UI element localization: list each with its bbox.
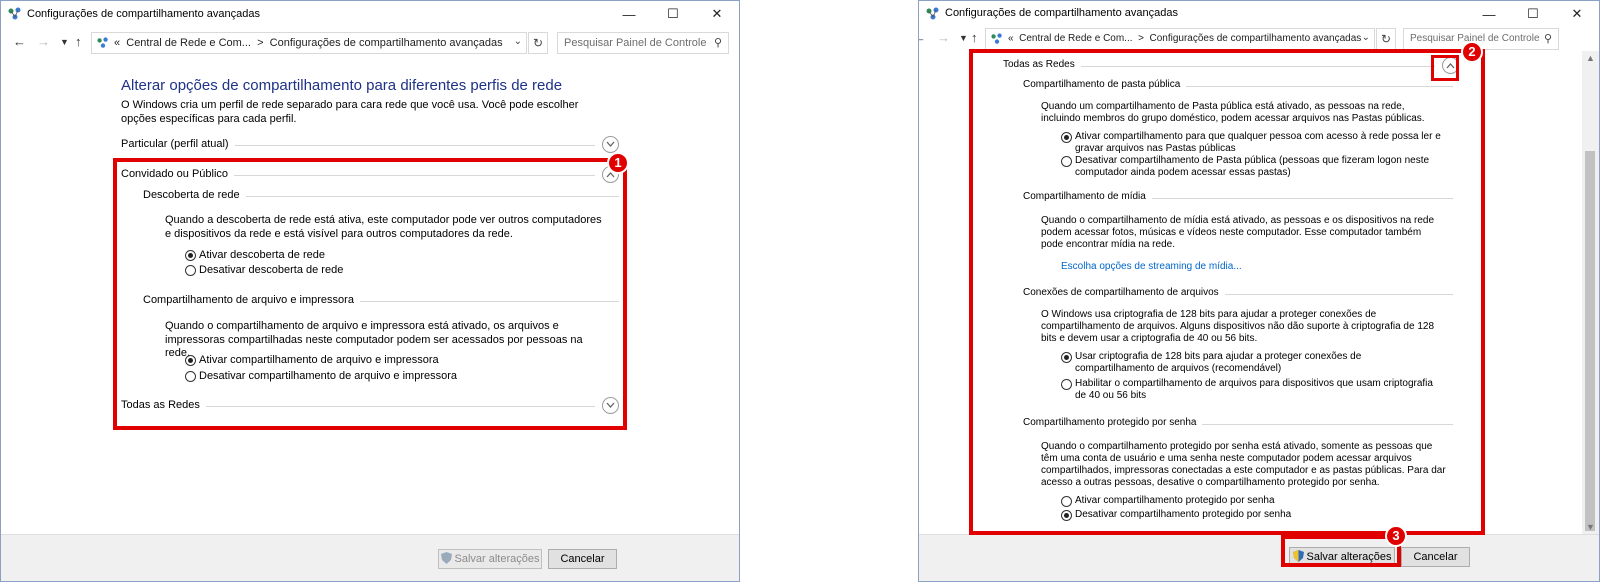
minimize-button[interactable]: —: [607, 1, 651, 27]
highlight-box-collapse: [1431, 55, 1459, 81]
save-label: Salvar alterações: [454, 553, 540, 565]
navigation-bar: ← → ▼ ↑ « Central de Rede e Com... > Con…: [1, 31, 739, 55]
chevron-down-icon[interactable]: ▼: [959, 33, 968, 43]
close-button[interactable]: ✕: [1555, 1, 1599, 27]
chevron-down-icon: [606, 141, 615, 147]
cancel-button[interactable]: Cancelar: [1401, 547, 1470, 567]
footer-bar: Salvar alterações Cancelar: [919, 534, 1599, 581]
breadcrumb-separator: >: [1138, 33, 1144, 44]
breadcrumb-network-center[interactable]: Central de Rede e Com...: [126, 37, 251, 49]
cancel-button[interactable]: Cancelar: [548, 549, 617, 569]
search-icon[interactable]: ⚲: [714, 36, 722, 49]
breadcrumb-prefix[interactable]: «: [1008, 33, 1014, 44]
breadcrumb-advanced-settings[interactable]: Configurações de compartilhamento avança…: [1149, 33, 1361, 44]
network-center-icon: [8, 7, 21, 20]
advanced-sharing-window-all-networks: Configurações de compartilhamento avança…: [918, 0, 1600, 582]
advanced-sharing-window-guest: Configurações de compartilhamento avança…: [0, 0, 740, 582]
shield-icon: [440, 552, 452, 564]
network-center-icon: [926, 7, 939, 20]
title-bar[interactable]: Configurações de compartilhamento avança…: [919, 1, 1599, 29]
breadcrumb-advanced-settings[interactable]: Configurações de compartilhamento avança…: [270, 37, 503, 49]
up-arrow-icon[interactable]: ↑: [971, 30, 978, 45]
step-badge-1: 1: [607, 152, 629, 174]
network-center-icon: [991, 33, 1002, 44]
refresh-icon: ↻: [1380, 32, 1392, 46]
highlight-box-save: [1281, 535, 1401, 567]
window-title: Configurações de compartilhamento avança…: [27, 8, 260, 20]
step-badge-2: 2: [1461, 41, 1483, 63]
profile-private-header[interactable]: Particular (perfil atual): [121, 136, 619, 154]
maximize-icon: ☐: [667, 6, 679, 21]
minimize-icon: —: [622, 6, 636, 22]
minimize-icon: —: [1482, 6, 1496, 22]
search-icon[interactable]: ⚲: [1544, 32, 1552, 45]
chevron-down-icon[interactable]: ▼: [60, 37, 69, 47]
network-center-icon: [97, 37, 108, 48]
highlight-box-guest-profile: [113, 158, 627, 430]
cancel-label: Cancelar: [560, 553, 605, 565]
footer-bar: Salvar alterações Cancelar: [1, 534, 739, 581]
chevron-down-icon[interactable]: ⌄: [514, 36, 522, 47]
breadcrumb: « Central de Rede e Com... > Configuraçõ…: [1008, 33, 1361, 44]
breadcrumb-separator: >: [257, 37, 264, 49]
page-heading: Alterar opções de compartilhamento para …: [121, 77, 563, 94]
up-arrow-icon[interactable]: ↑: [75, 34, 82, 49]
back-arrow-icon[interactable]: ←: [13, 34, 26, 49]
breadcrumb: « Central de Rede e Com... > Configuraçõ…: [114, 37, 503, 49]
breadcrumb-network-center[interactable]: Central de Rede e Com...: [1019, 33, 1132, 44]
refresh-button[interactable]: ↻: [1376, 28, 1396, 50]
address-bar[interactable]: « Central de Rede e Com... > Configuraçõ…: [985, 28, 1375, 50]
scroll-up-icon[interactable]: ▲: [1586, 53, 1595, 63]
step-badge-3: 3: [1385, 525, 1407, 547]
forward-arrow-icon[interactable]: →: [937, 30, 950, 45]
title-bar[interactable]: Configurações de compartilhamento avança…: [1, 1, 739, 29]
scroll-thumb[interactable]: [1585, 151, 1595, 531]
scroll-down-icon[interactable]: ▼: [1586, 522, 1595, 532]
search-placeholder: Pesquisar Painel de Controle: [564, 37, 707, 49]
close-icon: ✕: [711, 6, 723, 21]
breadcrumb-prefix[interactable]: «: [114, 37, 120, 49]
window-title: Configurações de compartilhamento avança…: [945, 7, 1178, 19]
close-icon: ✕: [1571, 6, 1583, 21]
save-button[interactable]: Salvar alterações: [438, 549, 542, 569]
close-button[interactable]: ✕: [695, 1, 739, 27]
back-arrow-icon[interactable]: ←: [919, 30, 926, 45]
expand-button[interactable]: [602, 136, 619, 153]
maximize-button[interactable]: ☐: [1511, 1, 1555, 27]
maximize-button[interactable]: ☐: [651, 1, 695, 27]
forward-arrow-icon[interactable]: →: [37, 34, 50, 49]
navigation-bar: ← → ▼ ↑ « Central de Rede e Com... > Con…: [919, 27, 1599, 51]
chevron-down-icon[interactable]: ⌄: [1362, 32, 1370, 43]
cancel-label: Cancelar: [1413, 551, 1458, 563]
maximize-icon: ☐: [1527, 6, 1539, 21]
minimize-button[interactable]: —: [1467, 1, 1511, 27]
refresh-icon: ↻: [532, 36, 544, 50]
search-input[interactable]: Pesquisar Painel de Controle ⚲: [557, 32, 729, 54]
highlight-box-all-networks: [969, 49, 1485, 535]
vertical-scrollbar[interactable]: ▲ ▼: [1582, 51, 1599, 534]
profile-private-label: Particular (perfil atual): [121, 138, 235, 150]
address-bar[interactable]: « Central de Rede e Com... > Configuraçõ…: [91, 32, 527, 54]
page-description: O Windows cria um perfil de rede separad…: [121, 99, 579, 125]
refresh-button[interactable]: ↻: [528, 32, 548, 54]
